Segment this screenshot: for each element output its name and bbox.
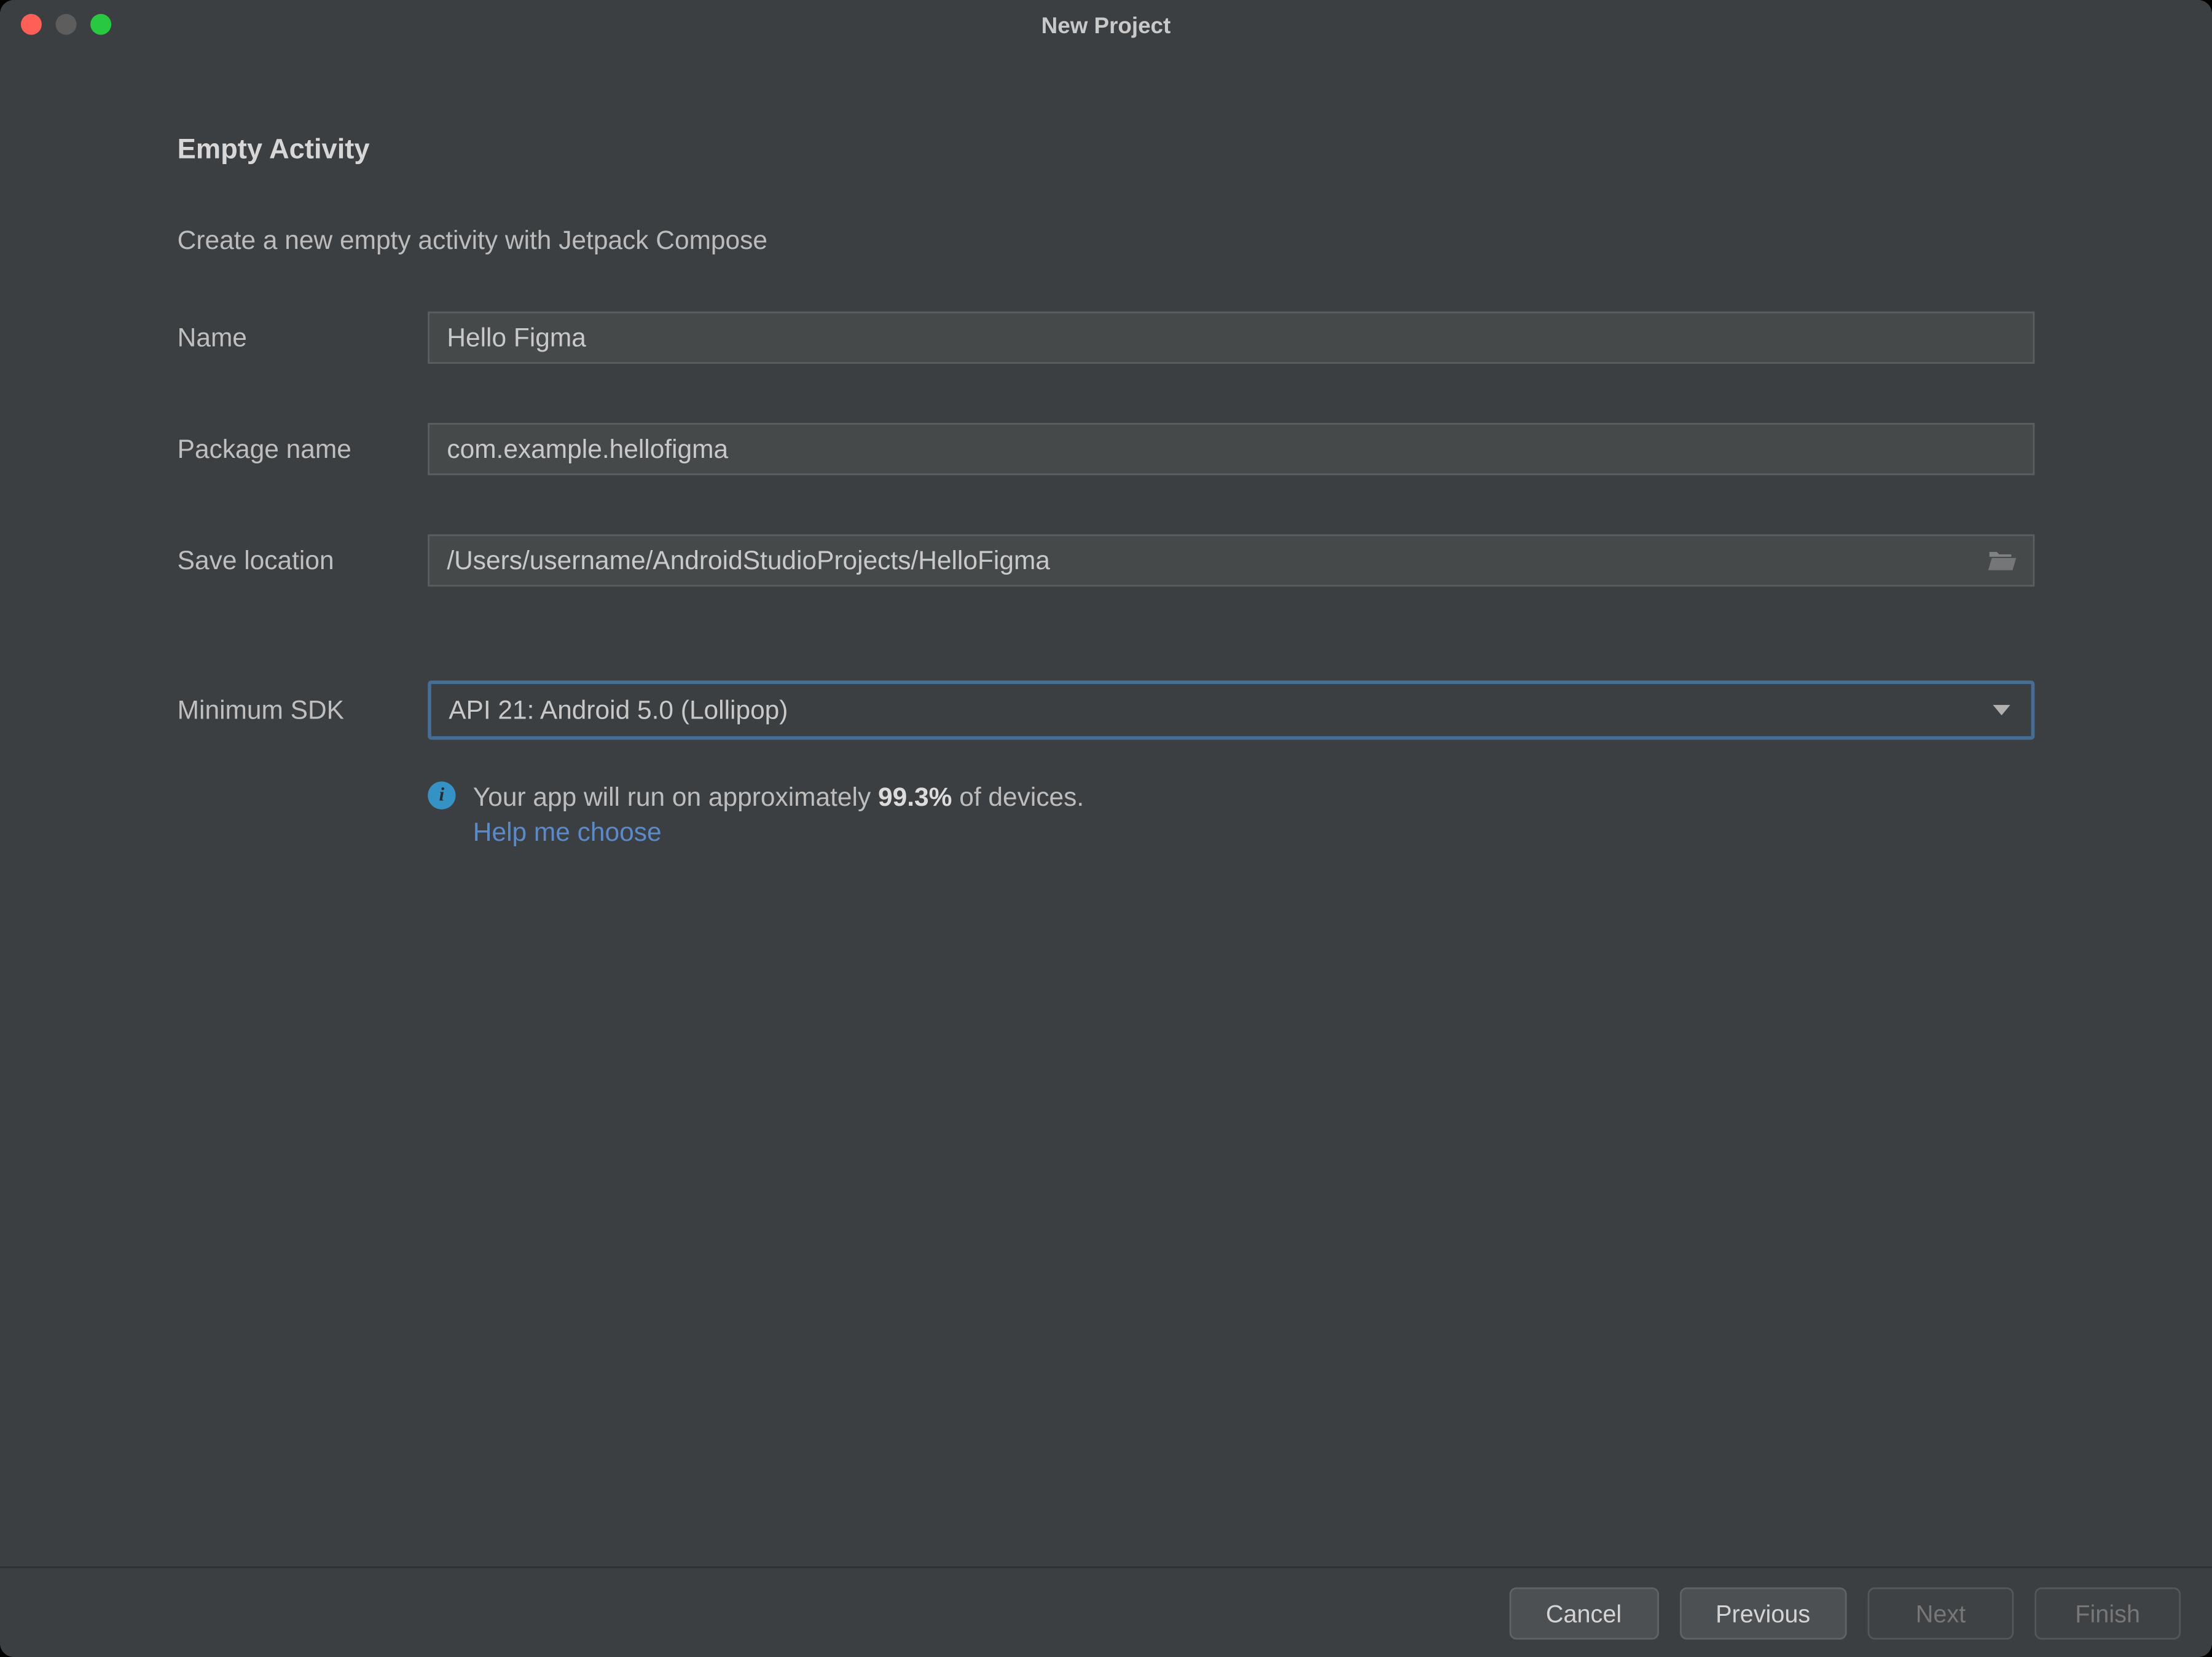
name-input[interactable] [428,312,2034,364]
sdk-info-suffix: of devices. [952,783,1084,813]
minimize-window-button[interactable] [56,14,77,35]
sdk-info-prefix: Your app will run on approximately [473,783,878,813]
package-name-label: Package name [178,435,428,464]
minimum-sdk-select[interactable]: API 21: Android 5.0 (Lollipop) [428,680,2034,739]
titlebar: New Project [0,0,2212,49]
form-row-min-sdk: Minimum SDK API 21: Android 5.0 (Lollipo… [178,680,2035,739]
page-heading: Empty Activity [178,136,2035,167]
dialog-footer: Cancel Previous Next Finish [0,1567,2212,1657]
chevron-down-icon [1993,705,2010,715]
window-title: New Project [0,11,2212,37]
save-location-input[interactable] [428,534,2034,586]
cancel-button[interactable]: Cancel [1509,1586,1658,1639]
package-name-input[interactable] [428,423,2034,475]
folder-open-icon[interactable] [1986,548,2017,573]
page-subheading: Create a new empty activity with Jetpack… [178,226,2035,256]
name-label: Name [178,323,428,352]
form-row-location: Save location [178,534,2035,586]
maximize-window-button[interactable] [90,14,111,35]
finish-button: Finish [2034,1586,2181,1639]
sdk-info-percent: 99.3% [878,783,952,813]
form-row-package: Package name [178,423,2035,475]
sdk-info-block: i Your app will run on approximately 99.… [428,778,2034,848]
info-icon: i [428,782,455,809]
dialog-content: Empty Activity Create a new empty activi… [0,49,2212,1566]
save-location-wrap [428,534,2034,586]
close-window-button[interactable] [21,14,42,35]
new-project-dialog: New Project Empty Activity Create a new … [0,0,2212,1657]
previous-button[interactable]: Previous [1679,1586,1847,1639]
sdk-info-text: Your app will run on approximately 99.3%… [473,778,1084,819]
minimum-sdk-value: API 21: Android 5.0 (Lollipop) [449,695,788,725]
minimum-sdk-label: Minimum SDK [178,695,428,725]
window-controls [21,14,111,35]
save-location-label: Save location [178,546,428,575]
form-row-name: Name [178,312,2035,364]
help-me-choose-link[interactable]: Help me choose [473,819,1084,848]
next-button: Next [1868,1586,2014,1639]
sdk-info-text-wrap: Your app will run on approximately 99.3%… [473,778,1084,848]
